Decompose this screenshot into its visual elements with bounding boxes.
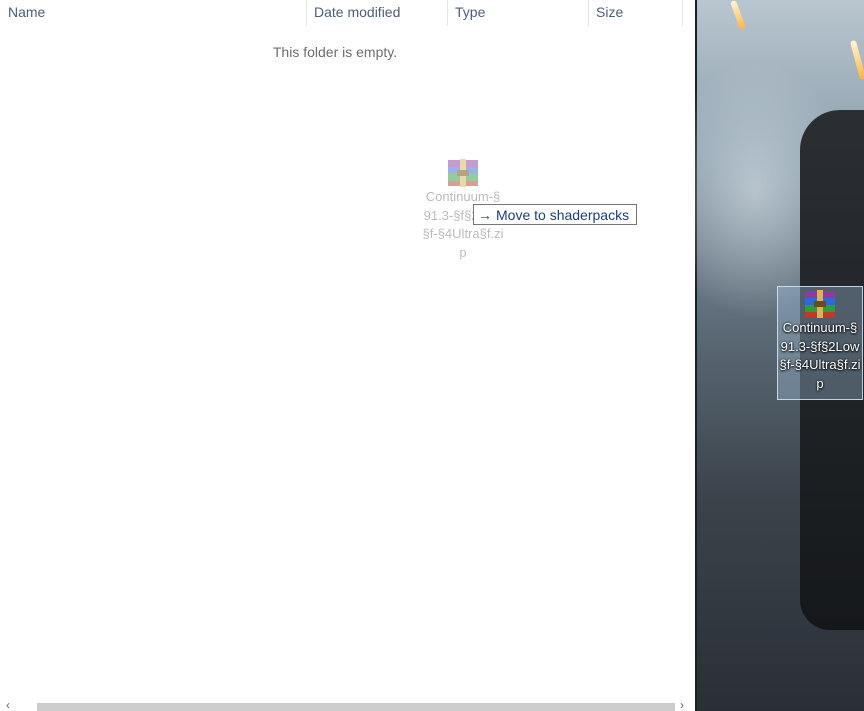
drop-target-tooltip: → Move to shaderpacks bbox=[473, 204, 638, 225]
scroll-left-arrow-icon[interactable]: ‹ bbox=[6, 699, 10, 711]
drop-tooltip-text: Move to shaderpacks bbox=[496, 207, 630, 223]
column-type[interactable]: Type bbox=[447, 0, 588, 24]
file-list-pane[interactable]: Name Date modified Type Size This folder… bbox=[0, 0, 695, 711]
column-header-bar: Name Date modified Type Size bbox=[0, 0, 695, 26]
column-name[interactable]: Name bbox=[0, 0, 306, 24]
winrar-archive-icon bbox=[805, 290, 835, 318]
desktop-file-item[interactable]: Continuum-§ 91.3-§f§2Low §f-§4Ultra§f.zi… bbox=[777, 286, 863, 400]
arrow-right-icon: → bbox=[478, 207, 492, 223]
desktop-file-label: Continuum-§ 91.3-§f§2Low §f-§4Ultra§f.zi… bbox=[779, 320, 861, 391]
drag-ghost-label: Continuum-§ 91.3-§f§2Low §f-§4Ultra§f.zi… bbox=[422, 189, 504, 260]
column-size[interactable]: Size bbox=[588, 0, 682, 24]
empty-folder-message: This folder is empty. bbox=[272, 44, 398, 60]
scrollbar-thumb[interactable] bbox=[37, 703, 675, 711]
scroll-right-arrow-icon[interactable]: › bbox=[680, 699, 684, 711]
tracer-streak bbox=[730, 0, 746, 31]
column-divider[interactable] bbox=[682, 0, 683, 26]
winrar-archive-icon bbox=[448, 159, 478, 187]
horizontal-scrollbar[interactable]: ‹ › bbox=[0, 697, 695, 711]
column-date-modified[interactable]: Date modified bbox=[306, 0, 447, 24]
